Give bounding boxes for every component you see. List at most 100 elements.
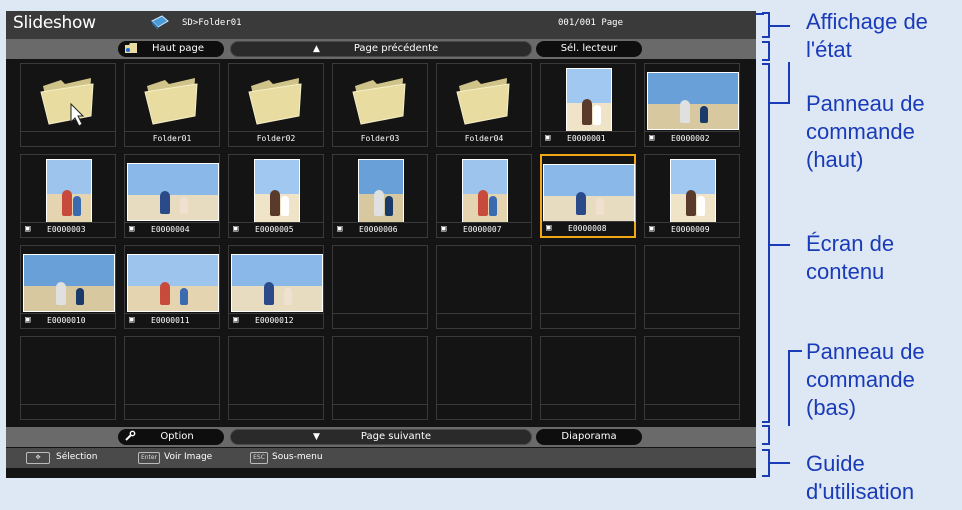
photo-thumbnail bbox=[127, 163, 219, 221]
photo-item[interactable]: ▣ E0000009 bbox=[644, 154, 740, 238]
operation-guide: ✥ Sélection Enter Voir Image ESC Sous-me… bbox=[6, 448, 756, 468]
photo-item[interactable]: ▣ E0000004 bbox=[124, 154, 220, 238]
next-page-button[interactable]: ▼ Page suivante bbox=[230, 429, 532, 445]
folder-icon bbox=[229, 64, 323, 134]
folder-home-icon bbox=[124, 42, 138, 59]
prev-page-label: Page précédente bbox=[353, 43, 439, 54]
home-page-button[interactable]: Haut page bbox=[118, 41, 224, 57]
folder-item[interactable]: Folder01 bbox=[124, 63, 220, 147]
item-name: Folder01 bbox=[152, 134, 192, 143]
camera-icon: ▣ bbox=[25, 224, 31, 234]
callout-guide: Guide d'utilisation bbox=[806, 451, 915, 504]
parent-folder-item[interactable] bbox=[20, 63, 116, 147]
callout-status-display: Affichage de l'état bbox=[806, 9, 928, 62]
bracket-top-panel bbox=[762, 41, 770, 61]
item-caption: ▣ E0000007 bbox=[437, 222, 531, 237]
item-name: E0000010 bbox=[47, 316, 86, 325]
item-caption: ▣ E0000001 bbox=[541, 131, 635, 146]
wrench-icon bbox=[124, 430, 136, 447]
item-caption: Folder04 bbox=[437, 131, 531, 146]
photo-item[interactable]: ▣ E0000011 bbox=[124, 245, 220, 329]
option-button[interactable]: Option bbox=[118, 429, 224, 445]
empty-cell bbox=[436, 336, 532, 420]
item-caption: Folder01 bbox=[125, 131, 219, 146]
item-name: E0000004 bbox=[151, 225, 190, 234]
camera-icon: ▣ bbox=[25, 315, 31, 325]
bracket-bottom-panel bbox=[762, 425, 770, 445]
empty-cell bbox=[644, 245, 740, 329]
empty-cell bbox=[124, 336, 220, 420]
empty-caption bbox=[645, 404, 739, 419]
folder-item[interactable]: Folder02 bbox=[228, 63, 324, 147]
item-caption: ▣ E0000010 bbox=[21, 313, 115, 328]
item-name: Folder02 bbox=[256, 134, 296, 143]
select-drive-label: Sél. lecteur bbox=[560, 43, 618, 54]
camera-icon: ▣ bbox=[129, 224, 135, 234]
slideshow-button[interactable]: Diaporama bbox=[536, 429, 642, 445]
photo-thumbnail bbox=[647, 72, 739, 130]
item-name: E0000002 bbox=[671, 134, 710, 143]
select-drive-button[interactable]: Sél. lecteur bbox=[536, 41, 642, 57]
camera-icon: ▣ bbox=[233, 224, 239, 234]
camera-icon: ▣ bbox=[337, 224, 343, 234]
empty-cell bbox=[332, 245, 428, 329]
folder-icon bbox=[21, 64, 115, 134]
prev-page-button[interactable]: ▲ Page précédente bbox=[230, 41, 532, 57]
empty-caption bbox=[541, 313, 635, 328]
item-name: E0000009 bbox=[671, 225, 710, 234]
item-name: E0000008 bbox=[568, 224, 607, 233]
photo-item[interactable]: ▣ E0000002 bbox=[644, 63, 740, 147]
folder-icon bbox=[437, 64, 531, 134]
photo-thumbnail bbox=[231, 254, 323, 312]
item-caption: ▣ E0000006 bbox=[333, 222, 427, 237]
slideshow-label: Diaporama bbox=[561, 431, 617, 442]
item-caption: ▣ E0000008 bbox=[542, 221, 634, 236]
photo-item[interactable]: ▣ E0000007 bbox=[436, 154, 532, 238]
empty-cell bbox=[436, 245, 532, 329]
photo-item[interactable]: ▣ E0000008 bbox=[540, 154, 636, 238]
photo-item[interactable]: ▣ E0000006 bbox=[332, 154, 428, 238]
item-name: E0000005 bbox=[255, 225, 294, 234]
callout-top-panel: Panneau de commande (haut) bbox=[806, 91, 925, 172]
empty-cell bbox=[540, 336, 636, 420]
photo-thumbnail bbox=[670, 159, 716, 223]
empty-caption bbox=[437, 313, 531, 328]
callout-line-guide bbox=[768, 462, 790, 464]
item-caption: ▣ E0000012 bbox=[229, 313, 323, 328]
folder-item[interactable]: Folder03 bbox=[332, 63, 428, 147]
item-caption: Folder03 bbox=[333, 131, 427, 146]
photo-item[interactable]: ▣ E0000005 bbox=[228, 154, 324, 238]
content-grid: Folder01 Folder02 Folder03 Folder04 ▣ E000000… bbox=[20, 63, 748, 421]
item-caption: ▣ E0000003 bbox=[21, 222, 115, 237]
item-caption: ▣ E0000002 bbox=[645, 131, 739, 146]
current-path: SD>Folder01 bbox=[182, 18, 242, 28]
up-arrow-icon: ▲ bbox=[313, 44, 320, 54]
option-label: Option bbox=[160, 431, 194, 442]
empty-caption bbox=[333, 404, 427, 419]
camera-icon: ▣ bbox=[233, 315, 239, 325]
item-name: E0000001 bbox=[567, 134, 606, 143]
photo-thumbnail bbox=[46, 159, 92, 223]
folder-icon bbox=[333, 64, 427, 134]
photo-thumbnail bbox=[566, 68, 612, 132]
callout-line-status bbox=[768, 25, 790, 27]
app-title: Slideshow bbox=[13, 13, 96, 33]
empty-cell bbox=[332, 336, 428, 420]
empty-cell bbox=[540, 245, 636, 329]
callout-bottom-panel: Panneau de commande (bas) bbox=[806, 339, 925, 420]
photo-item[interactable]: ▣ E0000012 bbox=[228, 245, 324, 329]
item-name: E0000012 bbox=[255, 316, 294, 325]
empty-caption bbox=[437, 404, 531, 419]
camera-icon: ▣ bbox=[546, 223, 552, 233]
projector-screen: Slideshow SD>Folder01 001/001 Page Haut … bbox=[6, 11, 756, 478]
photo-thumbnail bbox=[462, 159, 508, 223]
folder-item[interactable]: Folder04 bbox=[436, 63, 532, 147]
item-name: E0000006 bbox=[359, 225, 398, 234]
photo-item[interactable]: ▣ E0000003 bbox=[20, 154, 116, 238]
photo-thumbnail bbox=[23, 254, 115, 312]
move-key-icon: ✥ bbox=[26, 452, 50, 464]
bracket-content bbox=[762, 63, 770, 423]
esc-key-icon: ESC bbox=[250, 452, 268, 464]
photo-item[interactable]: ▣ E0000001 bbox=[540, 63, 636, 147]
photo-item[interactable]: ▣ E0000010 bbox=[20, 245, 116, 329]
